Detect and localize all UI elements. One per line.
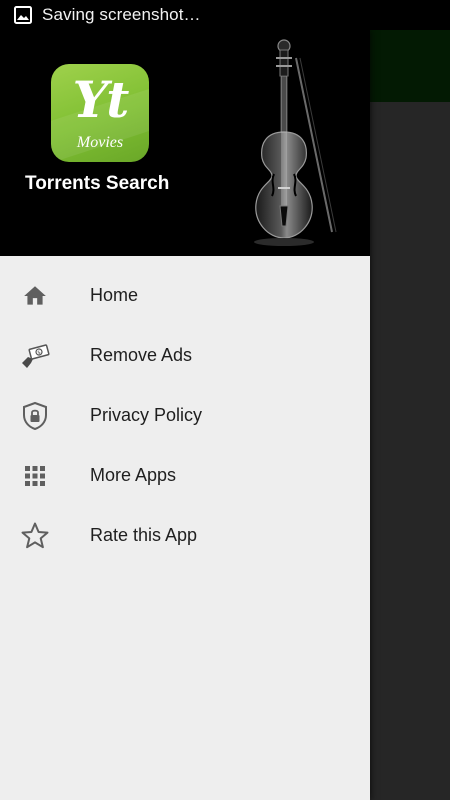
image-icon xyxy=(14,6,32,24)
menu-item-label: Privacy Policy xyxy=(90,405,203,425)
drawer-scrim[interactable] xyxy=(370,102,450,800)
background-toolbar xyxy=(370,30,450,102)
menu-item-label: Home xyxy=(90,285,139,305)
app-logo: Yt Movies xyxy=(51,64,149,162)
violin-image xyxy=(254,39,337,246)
menu-item-label: Rate this App xyxy=(90,525,198,545)
menu-item-rate-app[interactable]: Rate this App xyxy=(0,506,370,566)
drawer-header: Yt Movies Torrents Search xyxy=(0,30,370,256)
menu-item-privacy-policy[interactable]: Privacy Policy xyxy=(0,386,370,446)
money-icon: $ xyxy=(19,341,51,371)
navigation-drawer: Yt Movies Torrents Search Home $ Remove … xyxy=(0,30,370,800)
menu-item-more-apps[interactable]: More Apps xyxy=(0,446,370,506)
app-name: Torrents Search xyxy=(25,173,170,194)
menu-item-label: Remove Ads xyxy=(90,345,193,365)
drawer-menu: Home $ Remove Ads Privacy Policy More Ap… xyxy=(0,266,370,566)
home-icon xyxy=(19,281,51,311)
menu-item-label: More Apps xyxy=(90,465,177,485)
menu-item-home[interactable]: Home xyxy=(0,266,370,326)
grid-icon xyxy=(19,461,51,491)
star-icon xyxy=(19,521,51,551)
logo-subtext: Movies xyxy=(76,134,124,151)
status-text: Saving screenshot… xyxy=(42,5,201,24)
menu-item-remove-ads[interactable]: $ Remove Ads xyxy=(0,326,370,386)
shield-lock-icon xyxy=(19,401,51,431)
status-bar: Saving screenshot… xyxy=(0,0,450,30)
logo-text: Yt xyxy=(72,70,130,129)
